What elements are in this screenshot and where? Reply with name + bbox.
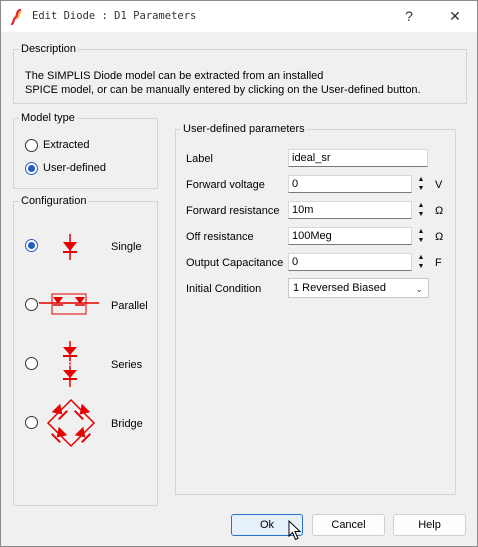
bridge-diodes-icon xyxy=(46,398,96,448)
description-heading: Description xyxy=(19,43,79,55)
output-capacitance-input[interactable]: 0 xyxy=(288,253,412,271)
series-label[interactable]: Series xyxy=(111,359,142,371)
output-capacitance-spinner[interactable]: ▲ ▼ xyxy=(413,253,429,271)
extracted-radio[interactable] xyxy=(25,139,38,152)
forward-voltage-label: Forward voltage xyxy=(186,179,265,191)
parallel-radio[interactable] xyxy=(25,298,38,311)
spin-down-icon[interactable]: ▼ xyxy=(413,262,429,271)
single-radio[interactable] xyxy=(25,239,38,252)
label-field-label: Label xyxy=(186,153,213,165)
description-text: The SIMPLIS Diode model can be extracted… xyxy=(25,69,465,97)
forward-resistance-unit: Ω xyxy=(435,205,444,217)
chevron-down-icon: ⌄ xyxy=(415,284,423,294)
output-capacitance-label: Output Capacitance xyxy=(186,257,284,269)
cancel-button[interactable]: Cancel xyxy=(312,514,385,536)
extracted-label[interactable]: Extracted xyxy=(43,139,89,151)
model-type-heading: Model type xyxy=(19,112,77,124)
off-resistance-label: Off resistance xyxy=(186,231,254,243)
parallel-diodes-icon xyxy=(39,293,99,315)
series-radio[interactable] xyxy=(25,357,38,370)
close-window-button[interactable]: ✕ xyxy=(433,1,477,32)
bridge-label[interactable]: Bridge xyxy=(111,418,143,430)
forward-resistance-label: Forward resistance xyxy=(186,205,280,217)
single-label[interactable]: Single xyxy=(111,241,142,253)
label-input[interactable]: ideal_sr xyxy=(288,149,428,167)
output-capacitance-unit: F xyxy=(435,257,442,269)
bridge-radio[interactable] xyxy=(25,416,38,429)
simplis-app-icon xyxy=(10,9,22,25)
user-defined-label[interactable]: User-defined xyxy=(43,162,106,174)
description-line-1: The SIMPLIS Diode model can be extracted… xyxy=(25,70,324,82)
spin-up-icon[interactable]: ▲ xyxy=(413,253,429,262)
user-defined-parameters-heading: User-defined parameters xyxy=(181,123,307,135)
help-title-button[interactable]: ? xyxy=(387,1,431,32)
parallel-label[interactable]: Parallel xyxy=(111,300,148,312)
spin-up-icon[interactable]: ▲ xyxy=(413,227,429,236)
user-defined-radio[interactable] xyxy=(25,162,38,175)
initial-condition-value: 1 Reversed Biased xyxy=(293,282,386,294)
series-diodes-icon xyxy=(63,341,77,387)
forward-resistance-input[interactable]: 10m xyxy=(288,201,412,219)
initial-condition-label: Initial Condition xyxy=(186,283,262,295)
question-mark-icon: ? xyxy=(405,8,413,24)
spin-up-icon[interactable]: ▲ xyxy=(413,201,429,210)
dialog-window: Edit Diode : D1 Parameters ? ✕ Descripti… xyxy=(0,0,478,547)
title-bar[interactable]: Edit Diode : D1 Parameters ? ✕ xyxy=(1,1,477,32)
single-diode-icon xyxy=(63,234,77,260)
model-type-group xyxy=(13,118,158,189)
initial-condition-select[interactable]: 1 Reversed Biased ⌄ xyxy=(288,278,429,298)
spin-down-icon[interactable]: ▼ xyxy=(413,236,429,245)
configuration-heading: Configuration xyxy=(19,195,89,207)
forward-resistance-spinner[interactable]: ▲ ▼ xyxy=(413,201,429,219)
off-resistance-spinner[interactable]: ▲ ▼ xyxy=(413,227,429,245)
spin-down-icon[interactable]: ▼ xyxy=(413,210,429,219)
mouse-cursor-icon xyxy=(288,520,302,541)
off-resistance-input[interactable]: 100Meg xyxy=(288,227,412,245)
forward-voltage-input[interactable]: 0 xyxy=(288,175,412,193)
close-icon: ✕ xyxy=(449,8,461,24)
description-line-2: SPICE model, or can be manually entered … xyxy=(25,84,421,96)
window-title: Edit Diode : D1 Parameters xyxy=(32,10,197,22)
off-resistance-unit: Ω xyxy=(435,231,444,243)
spin-down-icon[interactable]: ▼ xyxy=(413,184,429,193)
help-button[interactable]: Help xyxy=(393,514,466,536)
forward-voltage-spinner[interactable]: ▲ ▼ xyxy=(413,175,429,193)
spin-up-icon[interactable]: ▲ xyxy=(413,175,429,184)
forward-voltage-unit: V xyxy=(435,179,443,191)
